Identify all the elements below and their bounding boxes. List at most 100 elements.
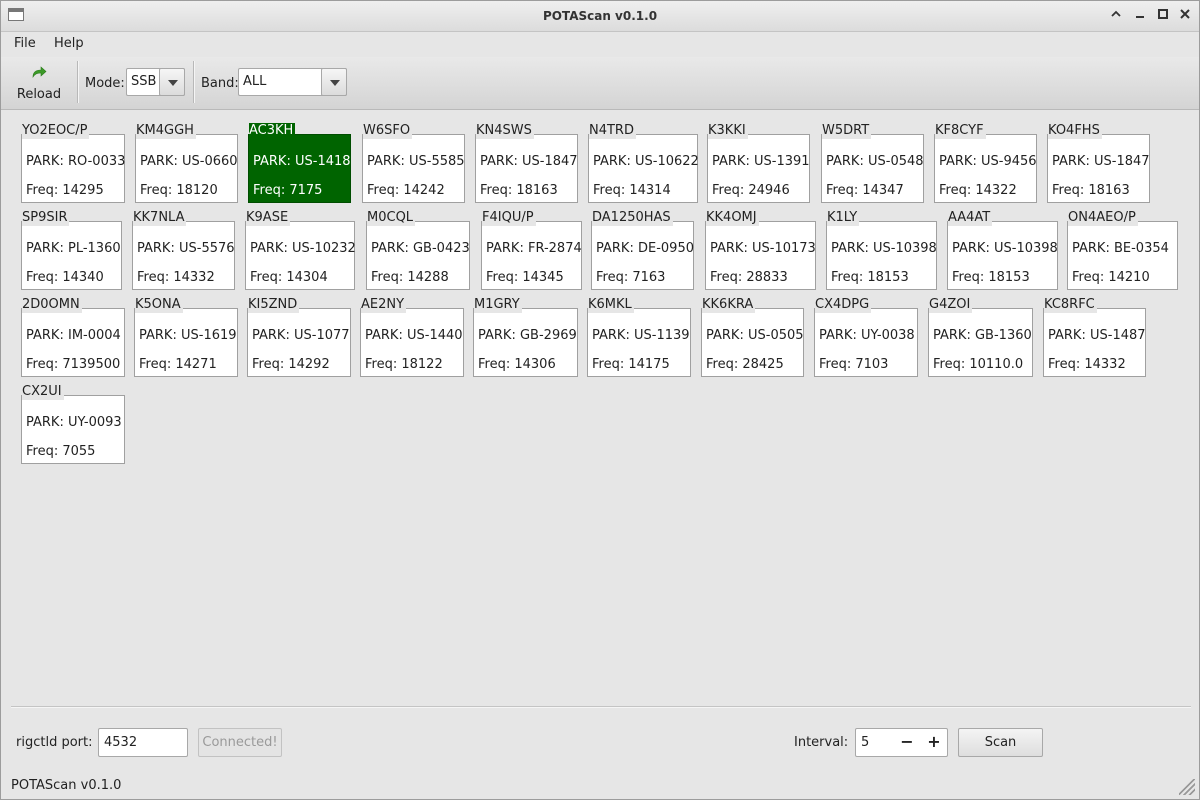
spot-callsign: KK6KRA (702, 297, 756, 313)
spot-tile[interactable]: KC8RFC PARK: US-1487 Freq: 14332 (1043, 297, 1146, 377)
spot-tile[interactable]: M0CQL PARK: GB-0423 Freq: 14288 (366, 210, 470, 290)
spot-freq-prefix: Freq: (486, 270, 523, 285)
spot-callsign: K3KKI (708, 123, 748, 139)
spot-callsign: K9ASE (246, 210, 291, 226)
spot-callsign: W6SFO (363, 123, 413, 139)
spot-tile[interactable]: KI5ZND PARK: US-1077 Freq: 14292 (247, 297, 351, 377)
maximize-icon[interactable] (1154, 7, 1172, 25)
spot-callsign: DA1250HAS (592, 210, 673, 226)
spot-park: PARK: RO-0033 (26, 154, 125, 169)
spot-freq-prefix: Freq: (706, 357, 743, 372)
spot-callsign: K5ONA (135, 297, 183, 313)
spot-callsign: ON4AEO/P (1068, 210, 1138, 226)
spot-tile[interactable]: KN4SWS PARK: US-1847 Freq: 18163 (475, 123, 578, 203)
spot-park-value: PL-1360 (67, 241, 121, 256)
interval-spinbox[interactable]: 5 − + (855, 728, 948, 757)
spot-tile[interactable]: KK7NLA PARK: US-5576 Freq: 14332 (132, 210, 235, 290)
spot-park-value: US-1619 (180, 328, 237, 343)
spot-callsign: YO2EOC/P (22, 123, 90, 139)
status-bar: POTAScan v0.1.0 (1, 773, 1199, 799)
spot-freq-prefix: Freq: (26, 357, 63, 372)
spot-freq-value: 14295 (62, 183, 104, 198)
mode-select[interactable]: SSB (126, 68, 185, 96)
spot-tile[interactable]: W6SFO PARK: US-5585 Freq: 14242 (362, 123, 465, 203)
spot-tile[interactable]: CX2UI PARK: UY-0093 Freq: 7055 (21, 384, 125, 464)
spot-park-prefix: PARK: (712, 154, 754, 169)
spot-park: PARK: US-1139 (592, 328, 690, 343)
spot-freq: Freq: 14288 (371, 270, 449, 285)
port-value: 4532 (104, 735, 138, 750)
spot-freq-value: 14304 (286, 270, 328, 285)
chevron-down-icon[interactable] (321, 68, 347, 96)
spot-park: PARK: US-0548 (826, 154, 924, 169)
spot-park-value: US-10622 (634, 154, 699, 169)
spot-park-prefix: PARK: (593, 154, 635, 169)
spot-park: PARK: UY-0093 (26, 415, 122, 430)
spot-park-value: GB-2969 (519, 328, 577, 343)
spot-tile[interactable]: 2D0OMN PARK: IM-0004 Freq: 7139500 (21, 297, 125, 377)
spot-tile[interactable]: G4ZOI PARK: GB-1360 Freq: 10110.0 (928, 297, 1033, 377)
spot-tile[interactable]: N4TRD PARK: US-10622 Freq: 14314 (588, 123, 699, 203)
spot-park-value: US-1418 (294, 154, 351, 169)
spot-tile[interactable]: AE2NY PARK: US-1440 Freq: 18122 (360, 297, 464, 377)
spot-tile[interactable]: ON4AEO/P PARK: BE-0354 Freq: 14210 (1067, 210, 1178, 290)
spot-callsign: M0CQL (367, 210, 416, 226)
spot-tile[interactable]: M1GRY PARK: GB-2969 Freq: 14306 (473, 297, 578, 377)
spot-freq-prefix: Freq: (712, 183, 749, 198)
spot-tile[interactable]: K9ASE PARK: US-10232 Freq: 14304 (245, 210, 356, 290)
spot-park-value: US-1139 (633, 328, 690, 343)
band-select[interactable]: ALL (238, 68, 347, 96)
reload-label: Reload (16, 87, 62, 102)
chevron-down-icon[interactable] (159, 68, 185, 96)
spot-park-prefix: PARK: (706, 328, 748, 343)
reload-button[interactable]: Reload (9, 59, 69, 105)
connect-button[interactable]: Connected! (198, 728, 282, 757)
close-icon[interactable] (1176, 7, 1194, 25)
spot-freq-value: 14332 (173, 270, 215, 285)
title-bar[interactable]: POTAScan v0.1.0 (1, 1, 1199, 32)
spot-tile[interactable]: SP9SIR PARK: PL-1360 Freq: 14340 (21, 210, 122, 290)
resize-grip-icon[interactable] (1179, 779, 1195, 795)
spot-callsign: K1LY (827, 210, 860, 226)
spot-freq: Freq: 14332 (1048, 357, 1126, 372)
spot-tile[interactable]: AC3KH PARK: US-1418 Freq: 7175 (248, 123, 351, 203)
spot-tile[interactable]: KK4OMJ PARK: US-10173 Freq: 28833 (705, 210, 816, 290)
spot-park: PARK: US-0660 (140, 154, 238, 169)
spot-park: PARK: US-1440 (365, 328, 463, 343)
spot-park-value: IM-0004 (67, 328, 121, 343)
spot-tile[interactable]: K6MKL PARK: US-1139 Freq: 14175 (587, 297, 691, 377)
spot-tile[interactable]: AA4AT PARK: US-10398 Freq: 18153 (947, 210, 1058, 290)
spot-tile[interactable]: W5DRT PARK: US-0548 Freq: 14347 (821, 123, 924, 203)
decrement-button[interactable]: − (894, 729, 920, 756)
menu-help[interactable]: Help (54, 36, 84, 51)
spot-park: PARK: BE-0354 (1072, 241, 1169, 256)
spot-callsign: N4TRD (589, 123, 636, 139)
spot-freq-prefix: Freq: (826, 183, 863, 198)
spot-freq: Freq: 18122 (365, 357, 443, 372)
spot-freq-value: 14314 (629, 183, 671, 198)
port-input[interactable]: 4532 (98, 728, 188, 757)
menu-bar: File Help (1, 32, 1199, 56)
spot-tile[interactable]: K5ONA PARK: US-1619 Freq: 14271 (134, 297, 238, 377)
spot-park-value: US-1847 (1093, 154, 1150, 169)
spot-freq-value: 14242 (403, 183, 445, 198)
spot-tile[interactable]: YO2EOC/P PARK: RO-0033 Freq: 14295 (21, 123, 125, 203)
spot-park-prefix: PARK: (596, 241, 638, 256)
spot-tile[interactable]: K3KKI PARK: US-1391 Freq: 24946 (707, 123, 810, 203)
spot-tile[interactable]: CX4DPG PARK: UY-0038 Freq: 7103 (814, 297, 918, 377)
spot-tile[interactable]: F4IQU/P PARK: FR-2874 Freq: 14345 (481, 210, 582, 290)
spot-tile[interactable]: KF8CYF PARK: US-9456 Freq: 14322 (934, 123, 1037, 203)
scan-button[interactable]: Scan (958, 728, 1043, 757)
spot-tile[interactable]: K1LY PARK: US-10398 Freq: 18153 (826, 210, 937, 290)
spot-tile[interactable]: KK6KRA PARK: US-0505 Freq: 28425 (701, 297, 804, 377)
spot-tile[interactable]: DA1250HAS PARK: DE-0950 Freq: 7163 (591, 210, 694, 290)
spot-tile[interactable]: KM4GGH PARK: US-0660 Freq: 18120 (135, 123, 238, 203)
minimize-icon[interactable] (1131, 7, 1149, 25)
spot-park-prefix: PARK: (26, 415, 68, 430)
spot-tile[interactable]: KO4FHS PARK: US-1847 Freq: 18163 (1047, 123, 1150, 203)
app-window: POTAScan v0.1.0 File Help Reload Mode: S… (0, 0, 1200, 800)
spot-freq-prefix: Freq: (1048, 357, 1085, 372)
menu-file[interactable]: File (14, 36, 36, 51)
shade-icon[interactable] (1107, 7, 1125, 25)
increment-button[interactable]: + (921, 729, 947, 756)
